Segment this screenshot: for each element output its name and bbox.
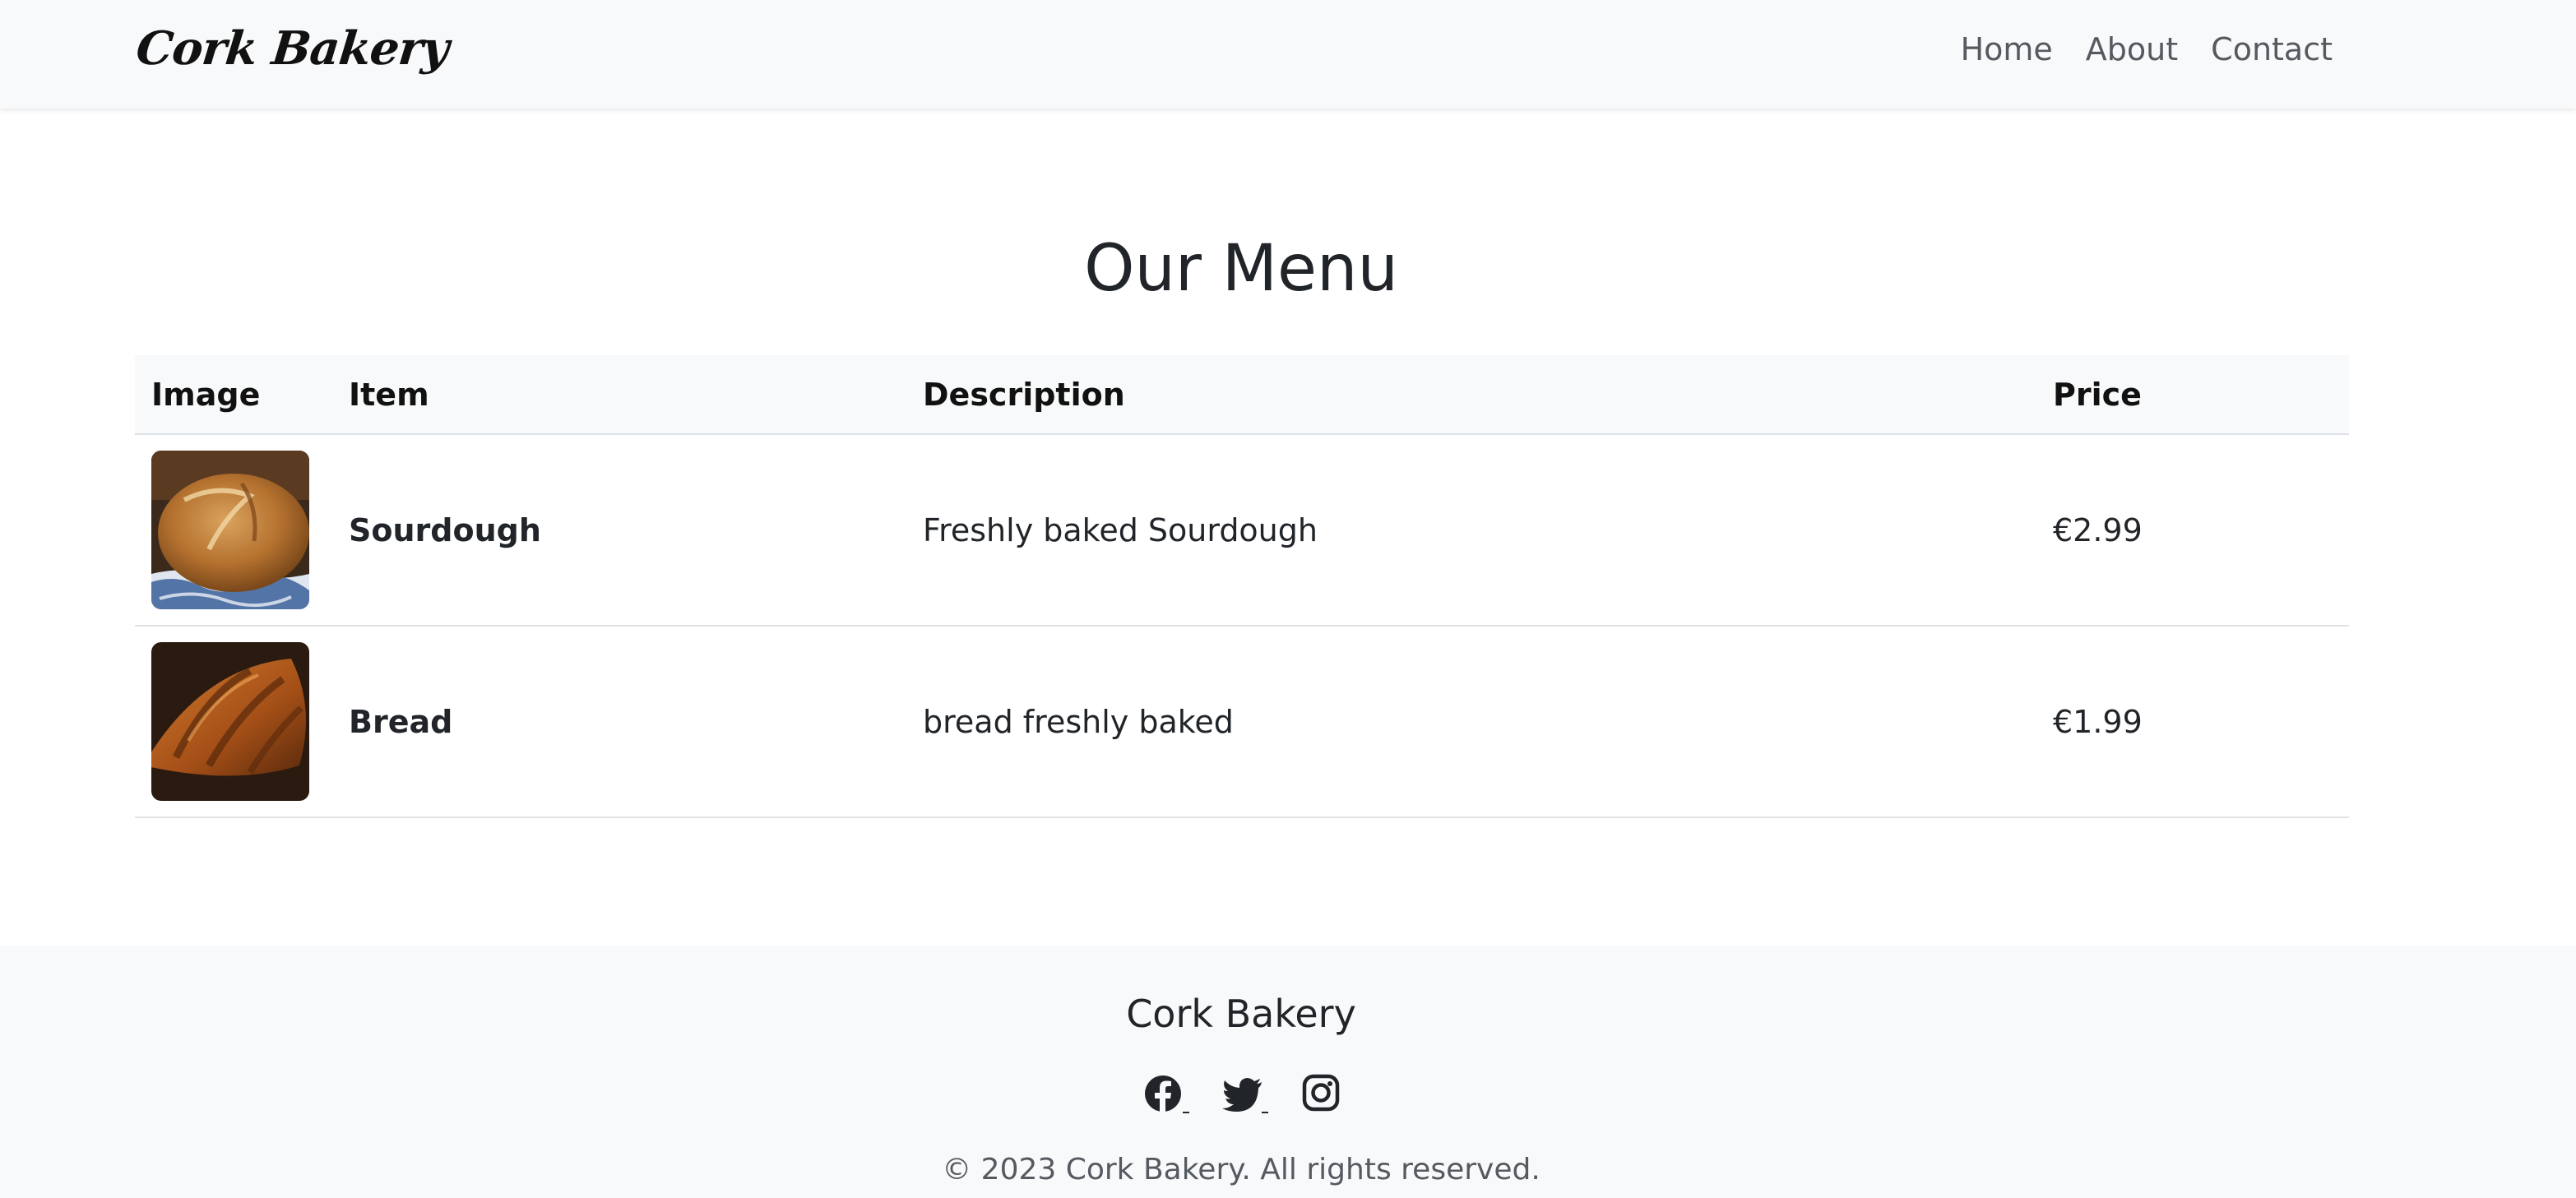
item-description: bread freshly baked — [906, 626, 2036, 818]
table-header-row: Image Item Description Price — [135, 355, 2349, 435]
copyright-text: © 2023 Cork Bakery. All rights reserved. — [942, 1153, 1541, 1186]
image-cell — [135, 434, 332, 627]
twitter-icon[interactable] — [1222, 1074, 1270, 1117]
table-body: Sourdough Freshly baked Sourdough €2.99 — [135, 434, 2349, 818]
item-name: Bread — [332, 626, 906, 818]
brand-logo-link[interactable]: Cork Bakery — [134, 21, 452, 76]
column-header-image: Image — [135, 355, 332, 435]
column-header-item: Item — [332, 355, 906, 435]
navbar: Cork Bakery Home About Contact — [0, 0, 2576, 109]
column-header-price: Price — [2036, 355, 2349, 435]
table-row: Sourdough Freshly baked Sourdough €2.99 — [135, 434, 2349, 627]
nav-links: Home About Contact — [1961, 31, 2333, 67]
footer-title: Cork Bakery — [1126, 992, 1356, 1036]
table-row: Bread bread freshly baked €1.99 — [135, 626, 2349, 818]
item-name: Sourdough — [332, 434, 906, 627]
column-header-description: Description — [906, 355, 2036, 435]
footer: Cork Bakery © 2023 Cork Bakery. All righ… — [0, 946, 2576, 1198]
nav-link-about[interactable]: About — [2086, 31, 2178, 67]
sourdough-image — [151, 451, 309, 609]
nav-link-contact[interactable]: Contact — [2211, 31, 2333, 67]
item-price: €1.99 — [2036, 626, 2349, 818]
item-description: Freshly baked Sourdough — [906, 434, 2036, 627]
instagram-icon[interactable] — [1301, 1074, 1349, 1117]
page-title: Our Menu — [1084, 232, 1398, 306]
item-price: €2.99 — [2036, 434, 2349, 627]
table-header: Image Item Description Price — [135, 355, 2349, 435]
facebook-icon[interactable] — [1143, 1074, 1191, 1117]
menu-table: Image Item Description Price Sourdough F… — [135, 355, 2349, 818]
image-cell — [135, 626, 332, 818]
social-links — [1143, 1074, 1349, 1117]
croissant-image — [151, 642, 309, 801]
nav-link-home[interactable]: Home — [1961, 31, 2053, 67]
